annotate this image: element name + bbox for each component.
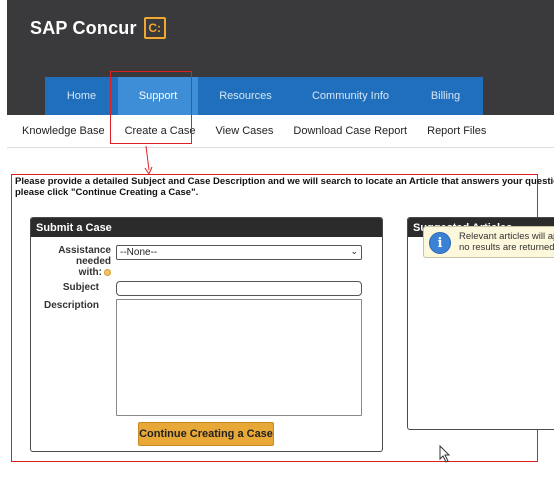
submit-case-panel: Submit a Case Assistance needed with: --… [30, 217, 383, 452]
subnav-report-files[interactable]: Report Files [427, 125, 486, 137]
subnav-divider [7, 147, 554, 148]
notice-text: Relevant articles will ap no results are… [459, 231, 554, 253]
info-icon: i [429, 232, 451, 254]
required-dot-icon [104, 268, 111, 276]
subnav-knowledge-base[interactable]: Knowledge Base [22, 125, 105, 137]
concur-logo-icon: C: [143, 17, 166, 39]
continue-creating-case-button[interactable]: Continue Creating a Case [138, 422, 274, 446]
tab-resources[interactable]: Resources [198, 77, 293, 115]
instructions-text: Please provide a detailed Subject and Ca… [15, 176, 554, 198]
subject-input[interactable] [116, 281, 362, 296]
highlight-support-create-case [110, 71, 192, 144]
suggested-articles-panel: Suggested Articles i Relevant articles w… [407, 217, 554, 430]
description-textarea[interactable] [116, 299, 362, 416]
instructions-line-1: Please provide a detailed Subject and Ca… [15, 176, 554, 187]
description-label: Description [43, 300, 99, 311]
subject-label: Subject [62, 282, 99, 293]
submit-case-title: Submit a Case [31, 218, 382, 237]
tab-home[interactable]: Home [45, 77, 118, 115]
logo-text: SAP Concur [30, 17, 137, 38]
suggested-notice: i Relevant articles will ap no results a… [423, 226, 554, 258]
tab-community-info[interactable]: Community Info [293, 77, 408, 115]
subnav-view-cases[interactable]: View Cases [216, 125, 274, 137]
chevron-down-icon: ⌄ [350, 246, 358, 256]
tab-billing[interactable]: Billing [408, 77, 483, 115]
annotation-arrow-icon [144, 146, 153, 176]
sap-concur-logo[interactable]: SAP Concur C: [30, 17, 166, 39]
subnav-download-case-report[interactable]: Download Case Report [293, 125, 407, 137]
assistance-label: Assistance needed with: [58, 245, 111, 278]
instructions-line-2: please click "Continue Creating a Case". [15, 187, 199, 198]
support-subnav: Knowledge Base Create a Case View Cases … [22, 125, 506, 137]
page: SAP Concur C: Home Support Resources Com… [0, 0, 554, 479]
mouse-pointer-icon [439, 445, 451, 463]
assistance-select[interactable]: --None-- ⌄ [116, 245, 362, 260]
